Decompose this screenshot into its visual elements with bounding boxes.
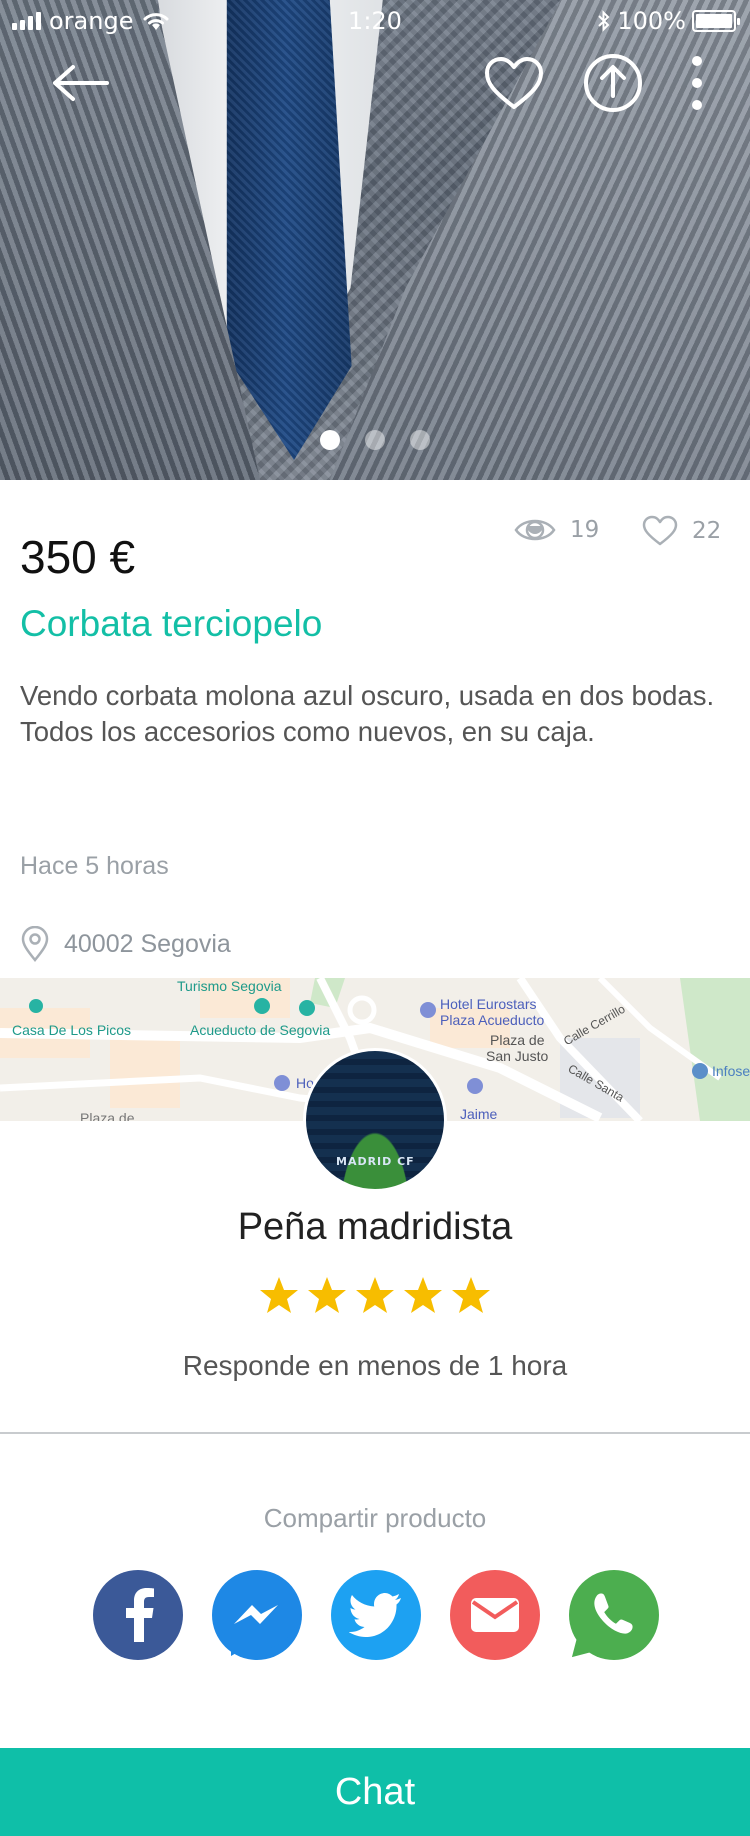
battery-label: 100% [617, 7, 686, 35]
views-count: 19 [570, 517, 600, 543]
share-label: Compartir producto [263, 1503, 487, 1533]
share-buttons [93, 1570, 663, 1662]
bluetooth-icon [598, 10, 610, 32]
product-price: 350 € [20, 531, 136, 583]
map-label: San Justo [486, 1048, 549, 1064]
map-label: Acueducto de Segovia [190, 1022, 331, 1038]
image-pager[interactable] [0, 430, 750, 450]
seller-name[interactable]: Peña madridista [0, 1206, 750, 1249]
avatar-text: MADRID CF [336, 1155, 415, 1168]
share-messenger-button[interactable] [212, 1570, 302, 1660]
star-icon [308, 1277, 346, 1313]
likes-count: 22 [692, 518, 722, 544]
share-icon [584, 54, 642, 112]
status-bar: orange 1:20 100% [0, 0, 750, 40]
messenger-icon [216, 1574, 298, 1656]
share-twitter-button[interactable] [331, 1570, 421, 1660]
facebook-icon [126, 1588, 154, 1642]
twitter-icon [349, 1593, 401, 1637]
location-text: 40002 Segovia [64, 929, 231, 958]
map-label: Infose [712, 1063, 750, 1079]
more-icon [692, 56, 702, 110]
description-line: Todos los accesorios como nuevos, en su … [20, 716, 595, 747]
email-icon [471, 1598, 519, 1632]
section-divider [0, 1432, 750, 1434]
map-label: Plaza de [490, 1032, 545, 1048]
product-title: Corbata terciopelo [20, 603, 323, 644]
map-label: Plaza Acueducto [440, 1012, 545, 1028]
pager-dot[interactable] [410, 430, 430, 450]
share-facebook-button[interactable] [93, 1570, 183, 1660]
star-icon [404, 1277, 442, 1313]
star-icon [260, 1277, 298, 1313]
description-line: Vendo corbata molona azul oscuro, usada … [20, 680, 715, 711]
share-top-button[interactable] [580, 50, 646, 116]
whatsapp-icon [571, 1572, 657, 1658]
pager-dot[interactable] [320, 430, 340, 450]
star-icon [356, 1277, 394, 1313]
seller-response-time: Responde en menos de 1 hora [182, 1350, 568, 1381]
heart-outline-icon [642, 515, 678, 546]
battery-icon [692, 10, 740, 32]
map-label: Hotel Eurostars [440, 996, 537, 1012]
map-label: Plaza de [80, 1110, 135, 1121]
more-button[interactable] [664, 50, 730, 116]
location-pin-icon [21, 926, 49, 962]
status-right: 100% [597, 7, 740, 35]
product-description: Vendo corbata molona azul oscuro, usada … [20, 678, 740, 750]
eye-icon [514, 519, 556, 541]
map-label: Casa De Los Picos [12, 1022, 132, 1038]
share-email-button[interactable] [450, 1570, 540, 1660]
share-whatsapp-button[interactable] [569, 1570, 659, 1660]
seller-avatar[interactable]: MADRID CF [303, 1048, 447, 1192]
pager-dot[interactable] [365, 430, 385, 450]
back-arrow-icon [53, 65, 109, 101]
heart-icon [485, 57, 543, 109]
map-label: Jaime [460, 1106, 498, 1121]
map-label: Turismo Segovia [177, 978, 282, 994]
chat-button[interactable]: Chat [0, 1748, 750, 1836]
product-location: 40002 Segovia [20, 926, 231, 962]
likes-stat: 22 [642, 515, 721, 547]
favorite-button[interactable] [481, 50, 547, 116]
views-stat: 19 [514, 515, 599, 545]
back-button[interactable] [48, 50, 114, 116]
star-icon [452, 1277, 490, 1313]
seller-rating [0, 1276, 750, 1314]
posted-time: Hace 5 horas [20, 852, 169, 880]
